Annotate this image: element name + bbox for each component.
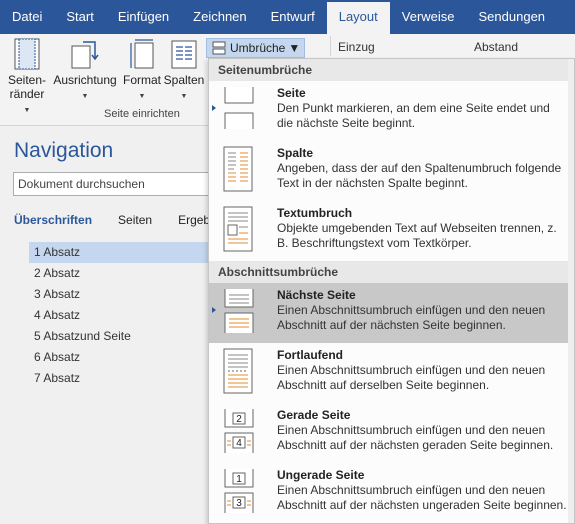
text-wrapping-break-icon: [223, 206, 253, 252]
tab-ueberschriften[interactable]: Überschriften: [14, 213, 92, 227]
tab-ergebnisse[interactable]: Ergeb: [178, 213, 210, 227]
menu-item-title: Seite: [277, 86, 306, 100]
page-number-label: 2: [236, 414, 242, 425]
ausrichtung-button[interactable]: Ausrichtung ▼: [52, 38, 118, 104]
navigation-title: Navigation: [14, 139, 114, 162]
seitenraender-label-2: ränder: [9, 87, 45, 101]
even-page-section-break-icon: 2 4: [224, 409, 254, 453]
tab-verweise[interactable]: Verweise: [390, 0, 467, 34]
menu-item-naechste-seite[interactable]: Nächste Seite Einen Abschnittsumbruch ei…: [209, 283, 574, 343]
umbrueche-button[interactable]: Umbrüche ▼: [206, 38, 306, 58]
menu-item-spalte[interactable]: Spalte Angeben, dass der auf den Spalten…: [209, 141, 574, 201]
breaks-icon: [212, 41, 226, 55]
margins-icon: [14, 38, 40, 70]
menu-item-seite[interactable]: Seite Den Punkt markieren, an dem eine S…: [209, 81, 574, 141]
list-item[interactable]: 7 Absatz: [29, 368, 210, 389]
tab-start[interactable]: Start: [54, 0, 105, 34]
ribbon-tab-bar: Datei Start Einfügen Zeichnen Entwurf La…: [0, 0, 575, 34]
menu-item-description: Einen Abschnittsumbruch einfügen und den…: [277, 483, 567, 512]
page-number-label: 4: [236, 438, 242, 449]
menu-item-title: Gerade Seite: [277, 408, 351, 422]
list-item[interactable]: 6 Absatz: [29, 347, 210, 368]
seitenraender-button[interactable]: Seiten- ränder ▼: [6, 38, 48, 118]
menu-item-description: Einen Abschnittsumbruch einfügen und den…: [277, 363, 546, 392]
list-item[interactable]: 5 Absatzund Seite: [29, 326, 210, 347]
breaks-dropdown-menu: Seitenumbrüche Seite Den Punkt markieren…: [208, 58, 575, 524]
chevron-down-icon: ▼: [288, 41, 301, 55]
orientation-icon: [71, 41, 99, 69]
columns-icon: [171, 40, 197, 69]
umbrueche-label: Umbrüche: [230, 41, 286, 55]
group-label-seite-einrichten: Seite einrichten: [104, 108, 180, 120]
odd-page-section-break-icon: 1 3: [224, 469, 254, 513]
chevron-down-icon: ▼: [138, 93, 146, 100]
menu-item-title: Textumbruch: [277, 206, 353, 220]
menu-item-title: Spalte: [277, 146, 314, 160]
menu-item-description: Einen Abschnittsumbruch einfügen und den…: [277, 423, 554, 452]
tab-datei[interactable]: Datei: [0, 0, 54, 34]
menu-item-title: Nächste Seite: [277, 288, 356, 302]
menu-item-textumbruch[interactable]: Textumbruch Objekte umgebenden Text auf …: [209, 201, 574, 261]
tab-seiten[interactable]: Seiten: [118, 213, 152, 227]
page-break-icon: [224, 87, 254, 129]
page-number-label: 1: [236, 474, 242, 485]
tab-entwurf[interactable]: Entwurf: [259, 0, 327, 34]
tab-zeichnen[interactable]: Zeichnen: [181, 0, 258, 34]
format-label: Format: [122, 73, 161, 87]
ribbon-divider: [330, 36, 331, 56]
heading-list: 1 Absatz 2 Absatz 3 Absatz 4 Absatz 5 Ab…: [29, 242, 210, 389]
continuous-section-break-icon: [223, 348, 253, 394]
chevron-down-icon: ▼: [23, 107, 31, 114]
navigation-tabs: Überschriften Seiten Ergeb: [14, 213, 210, 227]
column-break-icon: [223, 146, 253, 192]
menu-item-description: Einen Abschnittsumbruch einfügen und den…: [277, 303, 546, 332]
menu-item-description: Angeben, dass der auf den Spaltenumbruch…: [277, 161, 562, 190]
menu-item-gerade-seite[interactable]: 2 4 Gerade Seite Einen Abschnittsumbruch…: [209, 403, 574, 463]
tab-einfuegen[interactable]: Einfügen: [106, 0, 181, 34]
list-item[interactable]: 1 Absatz: [29, 242, 210, 263]
seitenraender-label-1: Seiten-: [7, 73, 47, 87]
tab-layout[interactable]: Layout: [326, 2, 390, 34]
section-header-seitenumbrueche: Seitenumbrüche: [209, 59, 574, 81]
section-header-abschnittsumbrueche: Abschnittsumbrüche: [209, 261, 574, 283]
format-button[interactable]: Format ▼: [122, 38, 162, 104]
list-item[interactable]: 2 Absatz: [29, 263, 210, 284]
menu-item-ungerade-seite[interactable]: 1 3 Ungerade Seite Einen Abschnittsumbru…: [209, 463, 574, 523]
tab-sendungen[interactable]: Sendungen: [467, 0, 558, 34]
list-item[interactable]: 3 Absatz: [29, 284, 210, 305]
einzug-label: Einzug: [338, 40, 375, 54]
chevron-down-icon: ▼: [180, 93, 188, 100]
menu-item-fortlaufend[interactable]: Fortlaufend Einen Abschnittsumbruch einf…: [209, 343, 574, 403]
chevron-down-icon: ▼: [81, 93, 89, 100]
menu-scrollbar[interactable]: [568, 59, 574, 523]
page-size-icon: [130, 39, 154, 69]
menu-item-description: Objekte umgebenden Text auf Webseiten tr…: [277, 221, 557, 250]
spalten-button[interactable]: Spalten ▼: [163, 38, 205, 104]
navigation-search-input[interactable]: [13, 172, 213, 196]
list-item[interactable]: 4 Absatz: [29, 305, 210, 326]
abstand-label: Abstand: [474, 40, 519, 54]
page-number-label: 3: [236, 498, 242, 509]
menu-item-title: Fortlaufend: [277, 348, 343, 362]
pointer-icon: [212, 307, 216, 313]
pointer-icon: [212, 105, 216, 111]
ausrichtung-label: Ausrichtung: [53, 73, 117, 87]
next-page-section-break-icon: [224, 289, 254, 333]
menu-item-title: Ungerade Seite: [277, 468, 365, 482]
navigation-pane: Navigation Überschriften Seiten Ergeb 1 …: [0, 127, 213, 524]
spalten-label: Spalten: [163, 73, 205, 87]
menu-item-description: Den Punkt markieren, an dem eine Seite e…: [277, 101, 550, 130]
